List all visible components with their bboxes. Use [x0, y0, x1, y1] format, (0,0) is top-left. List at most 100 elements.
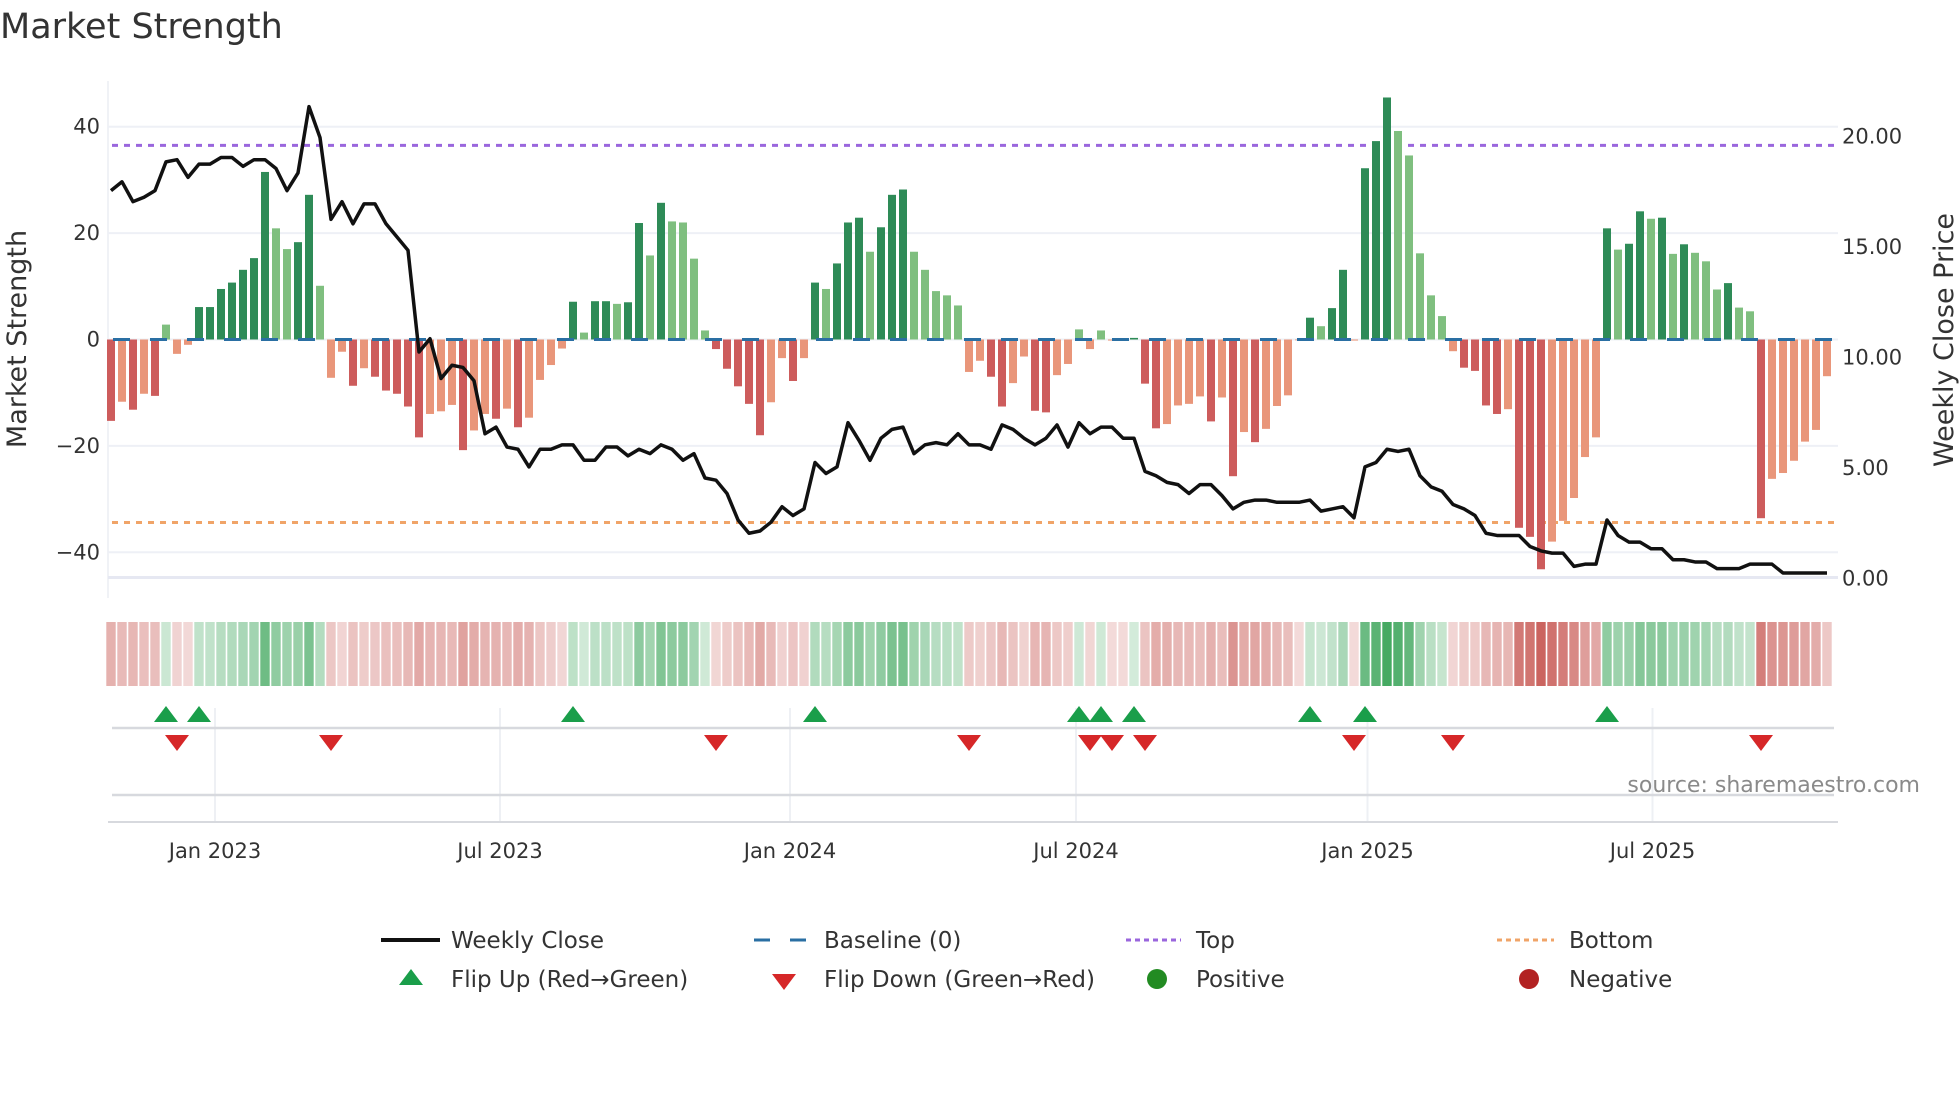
- positive-bar: [1372, 141, 1380, 340]
- negative-bar: [503, 339, 511, 409]
- positive-bar: [624, 302, 632, 340]
- heat-cell: [326, 622, 336, 686]
- x-tick-label: Jul 2025: [1608, 839, 1695, 863]
- positive-bar: [690, 258, 698, 340]
- heat-cell: [1404, 622, 1414, 686]
- heat-cell: [898, 622, 908, 686]
- heat-cell: [161, 622, 171, 686]
- positive-bar: [855, 217, 863, 340]
- positive-bar: [679, 222, 687, 340]
- heat-cell: [1294, 622, 1304, 686]
- y2-tick-label: 10.00: [1842, 345, 1902, 369]
- negative-bar: [404, 339, 412, 407]
- negative-bar: [998, 339, 1006, 407]
- market-strength-chart: Market Strength 40 20 0 −20 −40 20.00 15.00 10…: [0, 7, 1960, 993]
- legend-item-flip-down[interactable]: Flip Down (Green→Red): [772, 967, 1095, 993]
- heat-cell: [1503, 622, 1513, 686]
- heat-cell: [1481, 622, 1491, 686]
- y-tick-label: 20: [73, 221, 100, 245]
- heat-cell: [1569, 622, 1579, 686]
- positive-bar: [613, 303, 621, 340]
- heat-cell: [1635, 622, 1645, 686]
- legend-item-negative[interactable]: Negative: [1519, 967, 1672, 993]
- heat-cell: [832, 622, 842, 686]
- positive-bar: [316, 285, 324, 340]
- heat-cell: [1305, 622, 1315, 686]
- negative-bar: [1559, 339, 1567, 521]
- heat-cell: [117, 622, 127, 686]
- heat-cell: [1602, 622, 1612, 686]
- negative-bar: [1229, 339, 1237, 477]
- heat-cell: [1679, 622, 1689, 686]
- negative-bar: [778, 339, 786, 359]
- x-tick-label: Jan 2025: [1319, 839, 1414, 863]
- heat-cell: [986, 622, 996, 686]
- positive-bar: [811, 282, 819, 340]
- legend-item-weekly-close[interactable]: Weekly Close: [381, 928, 604, 954]
- legend-item-flip-up[interactable]: Flip Up (Red→Green): [399, 967, 688, 993]
- positive-bar: [1603, 228, 1611, 340]
- positive-bar: [1746, 311, 1754, 340]
- legend-item-top[interactable]: Top: [1126, 928, 1235, 954]
- heat-cell: [821, 622, 831, 686]
- negative-bar: [1493, 339, 1501, 414]
- heat-cell: [1415, 622, 1425, 686]
- flip-down-marker: [165, 735, 189, 751]
- legend-item-baseline[interactable]: Baseline (0): [754, 928, 961, 954]
- heat-cell: [480, 622, 490, 686]
- positive-bar: [866, 251, 874, 340]
- negative-bar: [987, 339, 995, 377]
- positive-bar: [943, 295, 951, 340]
- heat-cell: [1756, 622, 1766, 686]
- heat-cell: [183, 622, 193, 686]
- positive-bar: [921, 269, 929, 340]
- positive-bar: [932, 291, 940, 340]
- flip-down-marker: [957, 735, 981, 751]
- positive-bar: [1405, 155, 1413, 340]
- heat-cell: [1118, 622, 1128, 686]
- heat-cell: [238, 622, 248, 686]
- legend-item-positive[interactable]: Positive: [1147, 967, 1285, 993]
- heat-cell: [1514, 622, 1524, 686]
- heat-cell: [1646, 622, 1656, 686]
- x-tick-label: Jan 2023: [167, 839, 262, 863]
- heat-cell: [502, 622, 512, 686]
- negative-bar: [514, 339, 522, 428]
- heat-cell: [1580, 622, 1590, 686]
- negative-bar: [1812, 339, 1820, 430]
- flip-down-marker: [1342, 735, 1366, 751]
- flip-down-marker: [319, 735, 343, 751]
- heat-cell: [1613, 622, 1623, 686]
- positive-bar: [305, 194, 313, 340]
- heat-cell: [678, 622, 688, 686]
- heat-cell: [425, 622, 435, 686]
- heat-cell: [1426, 622, 1436, 686]
- flip-up-marker: [1595, 706, 1619, 722]
- negative-bar: [1790, 339, 1798, 461]
- positive-bar: [1735, 307, 1743, 340]
- heat-cell: [1558, 622, 1568, 686]
- heat-cell: [1800, 622, 1810, 686]
- positive-bar: [569, 301, 577, 340]
- negative-bar: [382, 339, 390, 391]
- negative-bar: [756, 339, 764, 436]
- heat-cell: [491, 622, 501, 686]
- heat-cell: [634, 622, 644, 686]
- heat-cell: [546, 622, 556, 686]
- negative-bar: [1537, 339, 1545, 570]
- negative-bar: [1152, 339, 1160, 429]
- legend-label: Positive: [1196, 967, 1285, 993]
- negative-bar: [1526, 339, 1534, 537]
- positive-bar: [1306, 317, 1314, 340]
- heat-cell: [920, 622, 930, 686]
- flip-up-marker: [803, 706, 827, 722]
- heat-cell: [249, 622, 259, 686]
- positive-bar: [580, 332, 588, 340]
- heat-cell: [1767, 622, 1777, 686]
- triangle-up-icon: [399, 969, 423, 985]
- heat-cell: [755, 622, 765, 686]
- positive-bar: [1097, 330, 1105, 340]
- legend-item-bottom[interactable]: Bottom: [1497, 928, 1653, 954]
- heat-cell: [1162, 622, 1172, 686]
- heat-cell: [1096, 622, 1106, 686]
